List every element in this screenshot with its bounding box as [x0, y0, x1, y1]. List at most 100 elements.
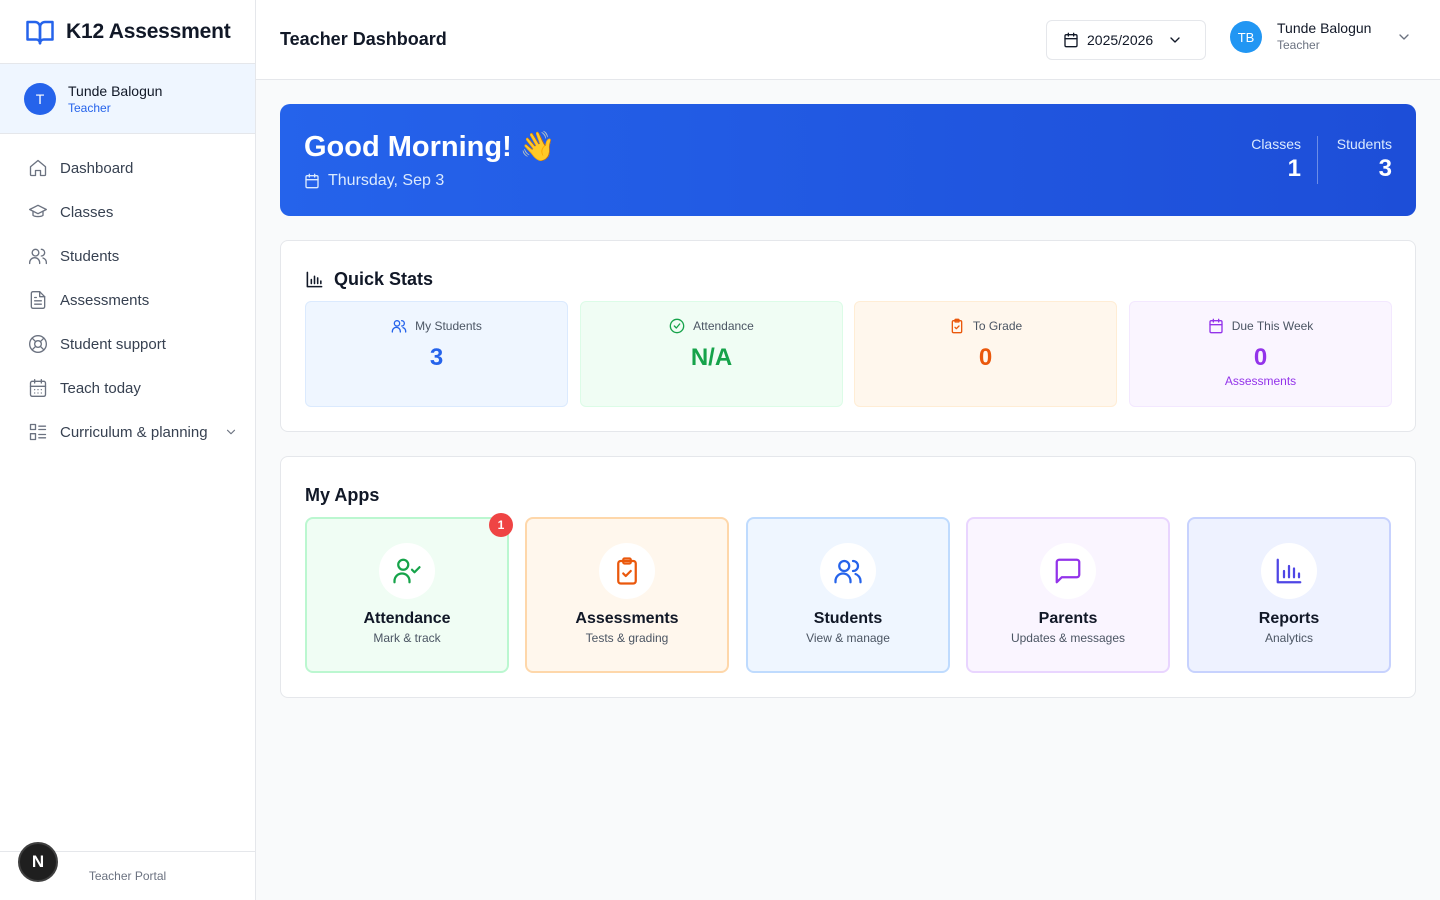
stat-sublabel: Assessments [1224, 374, 1297, 388]
my-apps-title: My Apps [305, 485, 380, 505]
chevron-down-icon [224, 425, 238, 439]
bar-chart-icon [1261, 543, 1317, 599]
banner-date: Thursday, Sep 3 [304, 172, 444, 190]
quick-stats-title: Quick Stats [305, 269, 433, 290]
sidebar-user-name: Tunde Balogun [68, 82, 163, 99]
sidebar-user-role: Teacher [68, 100, 111, 115]
app-students[interactable]: Students View & manage [746, 517, 950, 673]
avatar: T [24, 82, 56, 115]
brand[interactable]: K12 Assessment [0, 0, 255, 64]
classes-value: 1 [1287, 155, 1301, 182]
app-subtitle: Tests & grading [585, 631, 669, 645]
user-role: Teacher [1277, 38, 1320, 52]
classes-count: Classes 1 [1251, 136, 1301, 186]
sidebar-item-label: Student support [60, 335, 166, 353]
greeting: Good Morning! 👋 [304, 131, 556, 163]
sidebar-nav: Dashboard Classes Students Assessments S… [0, 134, 255, 454]
sidebar: K12 Assessment T Tunde Balogun Teacher D… [0, 0, 256, 900]
calendar-icon [304, 173, 320, 189]
notification-badge: 1 [489, 513, 513, 537]
app-subtitle: Updates & messages [1010, 631, 1126, 645]
chevron-down-icon [1167, 32, 1183, 48]
stat-due-this-week[interactable]: Due This Week 0 Assessments [1129, 301, 1392, 407]
academic-year-select[interactable]: 2025/2026 [1046, 20, 1206, 60]
brand-title: K12 Assessment [66, 19, 231, 43]
sidebar-item-dashboard[interactable]: Dashboard [0, 146, 255, 190]
stat-label: Due This Week [1231, 319, 1314, 333]
stat-label: Attendance [693, 319, 754, 333]
calendar-icon [28, 378, 48, 398]
quick-stats-heading: Quick Stats [334, 269, 434, 289]
users-icon [28, 246, 48, 266]
user-menu[interactable]: TB Tunde Balogun Teacher [1230, 20, 1412, 54]
sidebar-item-label: Students [60, 247, 120, 265]
divider [1317, 136, 1318, 184]
footer-label: Teacher Portal [88, 869, 167, 883]
list-icon [28, 422, 48, 442]
students-value: 3 [1378, 155, 1392, 182]
sidebar-item-assessments[interactable]: Assessments [0, 278, 255, 322]
app-reports[interactable]: Reports Analytics [1187, 517, 1391, 673]
message-square-icon [1040, 543, 1096, 599]
user-check-icon [379, 543, 435, 599]
app-name: Reports [1258, 610, 1320, 627]
user-name: Tunde Balogun [1277, 20, 1372, 36]
app-assessments[interactable]: Assessments Tests & grading [525, 517, 729, 673]
sidebar-item-label: Assessments [60, 291, 150, 309]
stat-attendance[interactable]: Attendance N/A [580, 301, 843, 407]
graduation-cap-icon [28, 202, 48, 222]
app-name: Attendance [363, 610, 451, 627]
bar-chart-icon [305, 270, 324, 289]
students-label: Students [1336, 136, 1392, 152]
app-subtitle: View & manage [806, 631, 890, 645]
stat-my-students[interactable]: My Students 3 [305, 301, 568, 407]
sidebar-item-label: Classes [60, 203, 114, 221]
app-name: Parents [1038, 610, 1098, 627]
sidebar-item-label: Dashboard [60, 159, 134, 177]
sidebar-item-classes[interactable]: Classes [0, 190, 255, 234]
top-header: Teacher Dashboard 2025/2026 TB Tunde Bal… [256, 0, 1440, 80]
sidebar-item-label: Curriculum & planning [60, 423, 208, 441]
students-count: Students 3 [1337, 136, 1392, 186]
app-name: Students [813, 610, 883, 627]
sidebar-item-teach-today[interactable]: Teach today [0, 366, 255, 410]
welcome-banner: Good Morning! 👋 Thursday, Sep 3 Classes … [280, 104, 1416, 216]
sidebar-item-student-support[interactable]: Student support [0, 322, 255, 366]
quick-stats-card: Quick Stats My Students 3 Attendance N/A… [280, 240, 1416, 432]
book-open-icon [24, 17, 56, 47]
app-name: Assessments [575, 610, 679, 627]
dev-tools-button[interactable]: N [18, 842, 58, 882]
date-text: Thursday, Sep 3 [328, 172, 445, 189]
stat-value: 0 [1253, 344, 1268, 371]
sidebar-item-curriculum[interactable]: Curriculum & planning [0, 410, 255, 454]
sidebar-user: T Tunde Balogun Teacher [0, 64, 255, 134]
check-circle-icon [669, 318, 685, 334]
app-parents[interactable]: Parents Updates & messages [966, 517, 1170, 673]
app-subtitle: Mark & track [373, 631, 441, 645]
stat-to-grade[interactable]: To Grade 0 [854, 301, 1117, 407]
file-text-icon [28, 290, 48, 310]
sidebar-item-students[interactable]: Students [0, 234, 255, 278]
calendar-icon [1208, 318, 1224, 334]
academic-year-value: 2025/2026 [1087, 32, 1154, 48]
avatar: TB [1230, 21, 1262, 53]
chevron-down-icon [1396, 29, 1412, 45]
classes-label: Classes [1251, 136, 1301, 152]
stat-label: My Students [415, 319, 482, 333]
stat-value: 0 [978, 344, 993, 371]
clipboard-check-icon [949, 318, 965, 334]
sidebar-item-label: Teach today [60, 379, 141, 397]
clipboard-check-icon [599, 543, 655, 599]
lifebuoy-icon [28, 334, 48, 354]
page-title: Teacher Dashboard [280, 29, 447, 49]
app-subtitle: Analytics [1264, 631, 1314, 645]
stat-value: 3 [429, 344, 444, 371]
calendar-icon [1063, 32, 1079, 48]
stat-value: N/A [690, 344, 733, 371]
stat-label: To Grade [972, 319, 1023, 333]
my-apps-card: My Apps 1 Attendance Mark & track Assess… [280, 456, 1416, 698]
app-attendance[interactable]: 1 Attendance Mark & track [305, 513, 513, 673]
users-icon [820, 543, 876, 599]
home-icon [28, 158, 48, 178]
users-icon [391, 318, 407, 334]
